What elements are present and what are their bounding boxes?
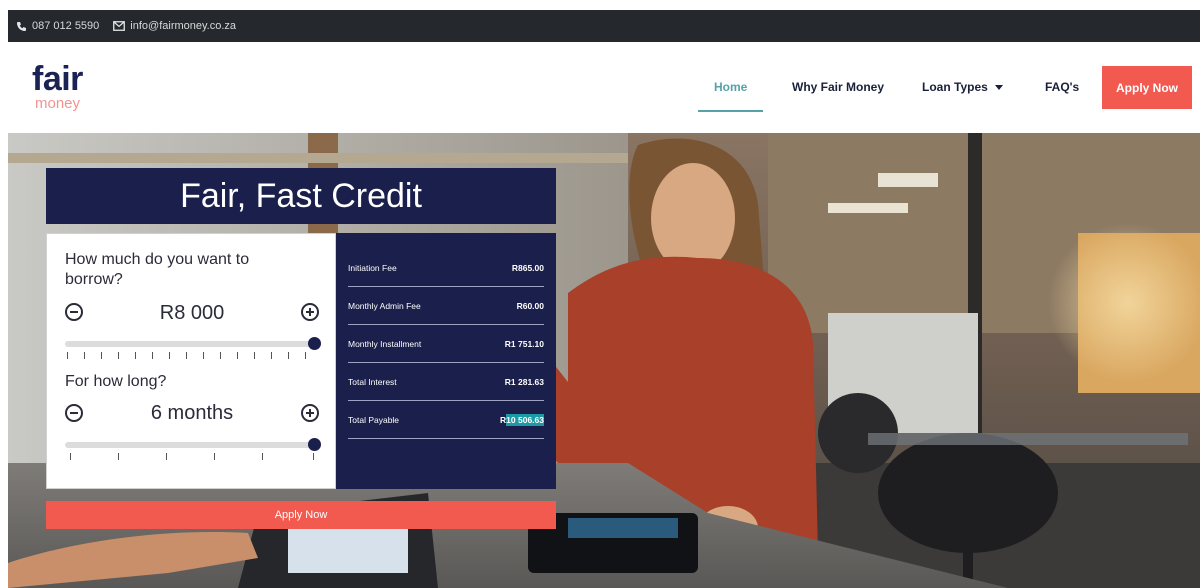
breakdown-row-monthly-admin-fee: Monthly Admin Fee R60.00 <box>348 287 544 325</box>
amount-slider-handle[interactable] <box>308 337 321 350</box>
decrease-duration-icon[interactable] <box>65 404 83 422</box>
hero-section: Fair, Fast Credit How much do you want t… <box>8 133 1200 588</box>
phone-number[interactable]: 087 012 5590 <box>32 20 99 32</box>
amount-question: How much do you want to borrow? <box>65 251 250 288</box>
nav-loan-types[interactable]: Loan Types <box>922 80 1003 94</box>
chevron-down-icon <box>994 85 1003 91</box>
breakdown-value: R1 751.10 <box>504 338 544 349</box>
increase-amount-icon[interactable] <box>301 303 319 321</box>
breakdown-row-initiation-fee: Initiation Fee R865.00 <box>348 249 544 287</box>
email-address[interactable]: info@fairmoney.co.za <box>130 20 236 32</box>
calculator-inputs-panel: How much do you want to borrow? R8 000 F… <box>46 233 336 489</box>
breakdown-label: Monthly Installment <box>348 338 422 349</box>
increase-duration-icon[interactable] <box>301 404 319 422</box>
duration-slider-track[interactable] <box>65 442 317 448</box>
duration-slider-ticks <box>67 453 317 461</box>
breakdown-row-total-payable: Total Payable R10 506.63 <box>348 401 544 439</box>
breakdown-label: Total Interest <box>348 376 397 387</box>
duration-slider-handle[interactable] <box>308 438 321 451</box>
breakdown-value: R60.00 <box>516 300 544 311</box>
phone-contact[interactable]: 087 012 5590 <box>16 20 99 32</box>
duration-value: 6 months <box>150 402 234 424</box>
calculator-title: Fair, Fast Credit <box>46 168 556 224</box>
site-header: fair money Home Why Fair Money Loan Type… <box>8 42 1200 133</box>
breakdown-label: Initiation Fee <box>348 262 397 273</box>
contact-bar: 087 012 5590 info@fairmoney.co.za <box>8 10 1200 42</box>
amount-slider-ticks <box>67 352 317 360</box>
breakdown-value: R865.00 <box>511 262 544 273</box>
envelope-icon <box>113 21 126 31</box>
phone-icon <box>17 21 26 31</box>
breakdown-value-total-payable: R10 506.63 <box>500 413 544 426</box>
email-contact[interactable]: info@fairmoney.co.za <box>113 20 236 32</box>
calculator-breakdown-panel: Initiation Fee R865.00 Monthly Admin Fee… <box>336 233 556 489</box>
nav-why-fair-money[interactable]: Why Fair Money <box>792 80 884 94</box>
amount-value: R8 000 <box>159 302 225 324</box>
amount-slider-track[interactable] <box>65 341 317 347</box>
breakdown-label: Monthly Admin Fee <box>348 300 421 311</box>
breakdown-row-total-interest: Total Interest R1 281.63 <box>348 363 544 401</box>
nav-active-underline <box>698 110 763 112</box>
decrease-amount-icon[interactable] <box>65 303 83 321</box>
main-nav: Home Why Fair Money Loan Types FAQ's App… <box>8 42 1200 133</box>
nav-faqs[interactable]: FAQ's <box>1045 80 1079 94</box>
apply-now-calculator-button[interactable]: Apply Now <box>46 501 556 529</box>
page-frame: 087 012 5590 info@fairmoney.co.za fair m… <box>8 10 1200 588</box>
duration-question: For how long? <box>65 373 167 390</box>
breakdown-row-monthly-installment: Monthly Installment R1 751.10 <box>348 325 544 363</box>
breakdown-label: Total Payable <box>348 414 400 425</box>
nav-loan-types-label: Loan Types <box>922 80 988 94</box>
breakdown-value: R1 281.63 <box>504 376 544 387</box>
apply-now-header-button[interactable]: Apply Now <box>1102 66 1192 109</box>
nav-home[interactable]: Home <box>714 80 747 94</box>
total-payable-highlight: 10 506.63 <box>506 413 544 426</box>
